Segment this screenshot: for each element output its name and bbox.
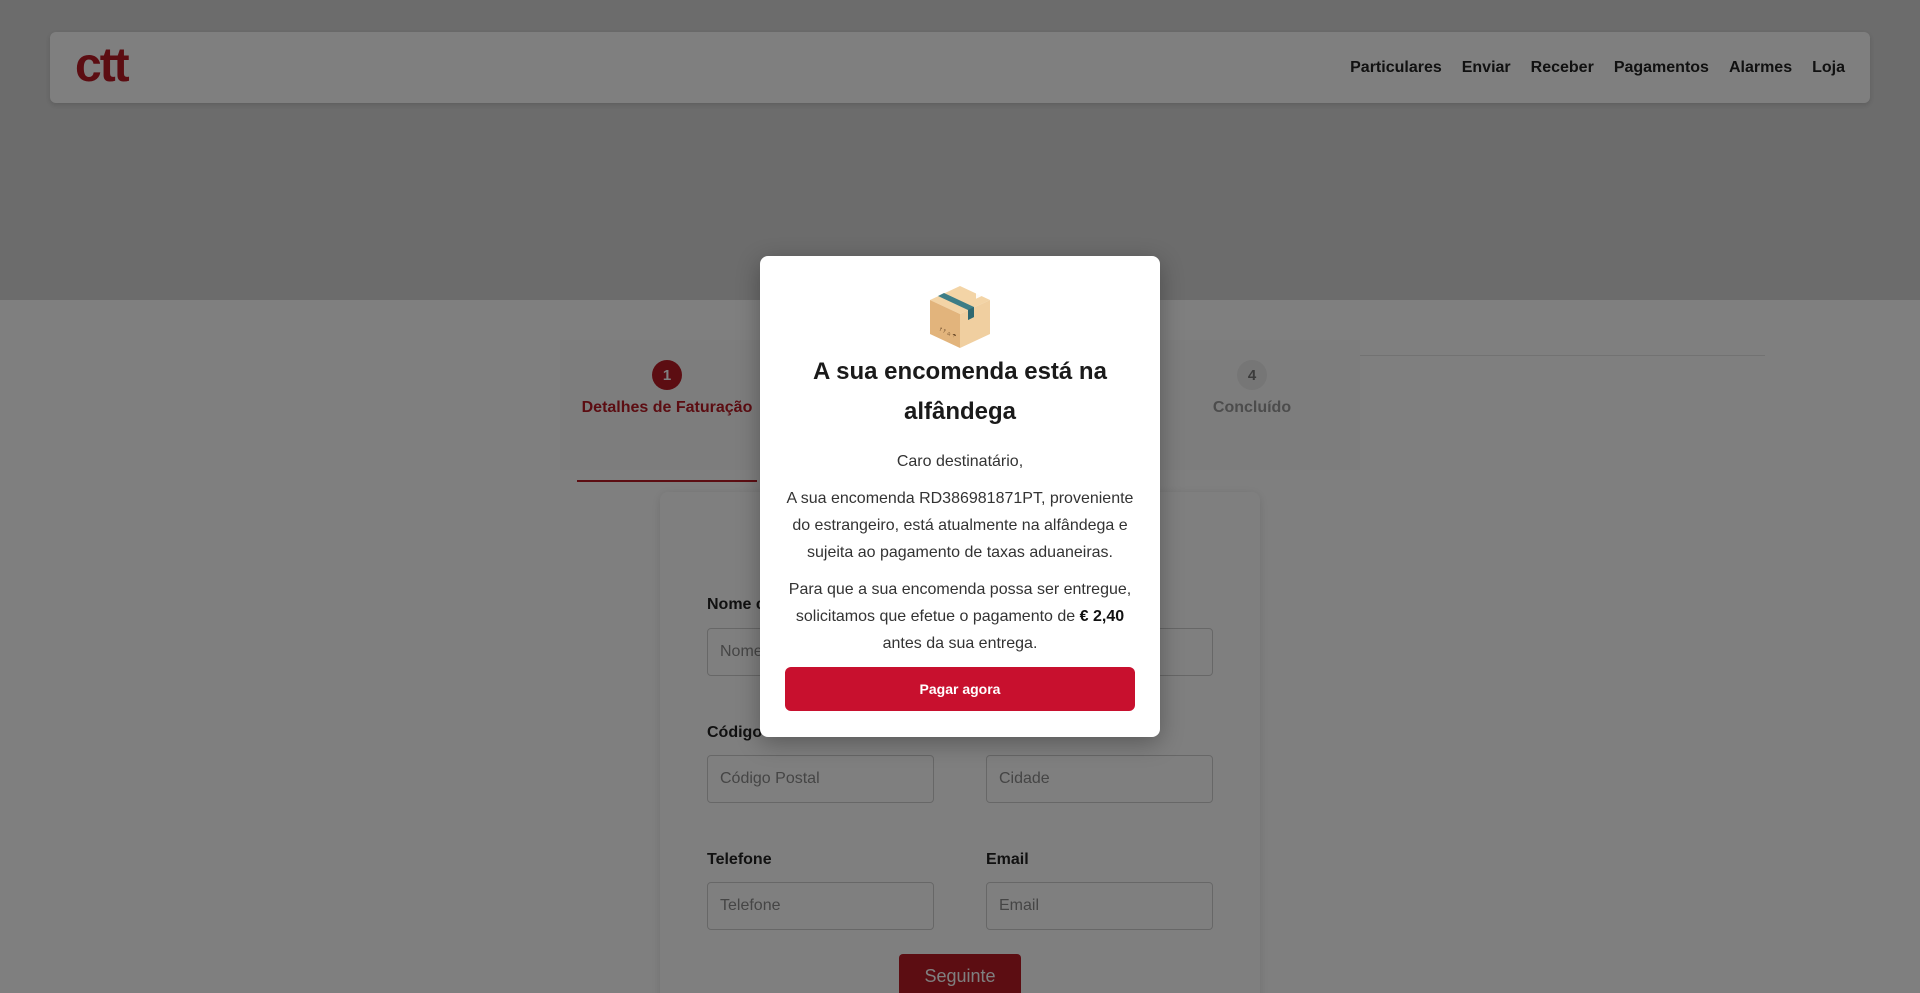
modal-title: A sua encomenda está na alfândega: [813, 358, 1107, 425]
modal-paragraph-customs: A sua encomenda RD386981871PT, provenien…: [786, 490, 1134, 561]
payment-text-after: antes da sua entrega.: [882, 635, 1038, 652]
modal-paragraph-payment: Para que a sua encomenda possa ser entre…: [785, 576, 1135, 657]
modal-greeting: Caro destinatário,: [896, 453, 1024, 470]
customs-payment-modal: ↑↑ ⌂ ☂ A sua encomenda está na alfândega…: [760, 256, 1160, 737]
pay-now-button[interactable]: Pagar agora: [785, 667, 1135, 711]
payment-amount: € 2,40: [1079, 608, 1125, 625]
package-box-icon: ↑↑ ⌂ ☂: [930, 286, 990, 348]
